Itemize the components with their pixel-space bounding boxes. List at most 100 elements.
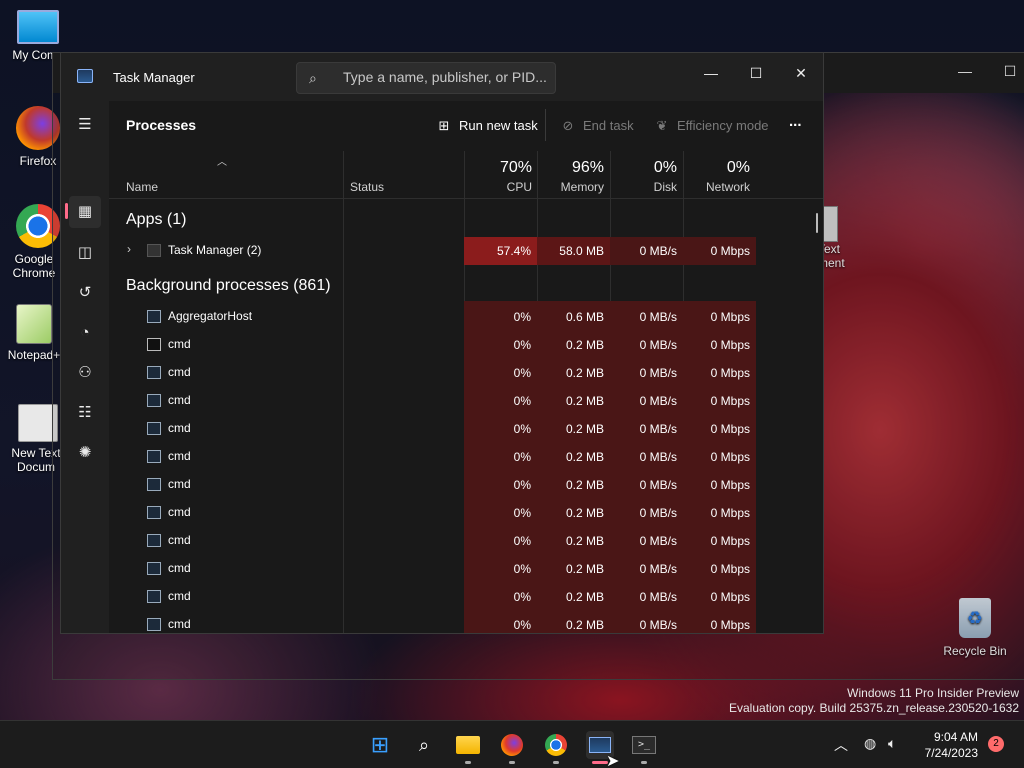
memory-cell: 0.2 MB: [565, 534, 604, 548]
process-name: Task Manager (2): [168, 243, 262, 257]
volume-icon[interactable]: 🔈︎: [888, 735, 896, 752]
cpu-cell: 0%: [513, 478, 531, 492]
navigation-sidebar: ☰ ▦ ◫ ↺ ◔ ⚇ ☷ ✺ ⚙: [61, 101, 109, 633]
disk-cell: 0 MB/s: [639, 310, 677, 324]
column-disk[interactable]: Disk: [610, 180, 677, 194]
memory-cell: 0.2 MB: [565, 478, 604, 492]
table-row[interactable]: cmd 0% 0.2 MB 0 MB/s 0 Mbps: [109, 415, 823, 443]
cpu-cell: 0%: [513, 534, 531, 548]
file-explorer-icon[interactable]: [454, 731, 482, 759]
firefox-icon[interactable]: [498, 731, 526, 759]
memory-cell: 0.2 MB: [565, 338, 604, 352]
scrollbar-thumb[interactable]: [816, 213, 818, 233]
process-list: Apps (1) › Task Manager (2) 57.4% 58.0 M…: [109, 199, 823, 633]
firefox-globe: [501, 734, 523, 756]
table-row[interactable]: cmd 0% 0.2 MB 0 MB/s 0 Mbps: [109, 443, 823, 471]
disk-percent[interactable]: 0%: [610, 159, 677, 177]
search-icon: ⌕: [309, 70, 317, 86]
disk-cell: 0 MB/s: [639, 534, 677, 548]
title-bar: Task Manager ⌕ — ☐ ✕: [61, 53, 823, 101]
minimize-button[interactable]: —: [688, 59, 734, 87]
search-box[interactable]: ⌕: [296, 62, 556, 94]
startup-apps-icon[interactable]: ◔: [69, 317, 101, 349]
details-icon[interactable]: ☷: [69, 397, 101, 429]
app-window-icon: [147, 562, 161, 575]
sort-up-icon: ︿: [217, 157, 227, 168]
system-clock[interactable]: 9:04 AM 7/24/2023: [920, 729, 978, 761]
app-window-icon: [147, 590, 161, 603]
column-name[interactable]: Name: [126, 180, 158, 194]
search-input[interactable]: [343, 69, 548, 85]
network-cell: 0 Mbps: [710, 618, 750, 632]
monitor-icon: [17, 10, 59, 44]
column-status[interactable]: Status: [350, 180, 384, 194]
table-row[interactable]: cmd 0% 0.2 MB 0 MB/s 0 Mbps: [109, 583, 823, 611]
maximize-icon[interactable]: ☐: [995, 63, 1024, 80]
process-name: cmd: [168, 533, 191, 547]
cpu-cell: 0%: [513, 590, 531, 604]
disk-cell: 0 MB/s: [610, 237, 683, 265]
disk-cell: 0 MB/s: [639, 338, 677, 352]
table-row[interactable]: cmd 0% 0.2 MB 0 MB/s 0 Mbps: [109, 499, 823, 527]
network-cell: 0 Mbps: [710, 506, 750, 520]
users-icon[interactable]: ⚇: [69, 357, 101, 389]
process-row-task-manager[interactable]: › Task Manager (2) 57.4% 58.0 MB 0 MB/s …: [109, 237, 823, 265]
table-row[interactable]: cmd 0% 0.2 MB 0 MB/s 0 Mbps: [109, 555, 823, 583]
column-memory[interactable]: Memory: [537, 180, 604, 194]
performance-icon[interactable]: ◫: [69, 237, 101, 269]
start-windows-icon[interactable]: ⊞: [366, 731, 394, 759]
maximize-button[interactable]: ☐: [733, 59, 779, 87]
app-history-icon[interactable]: ↺: [69, 277, 101, 309]
window-title: Task Manager: [113, 70, 195, 85]
table-row[interactable]: cmd 0% 0.2 MB 0 MB/s 0 Mbps: [109, 331, 823, 359]
app-window-icon: [147, 534, 161, 547]
network-cell: 0 Mbps: [710, 534, 750, 548]
cpu-cell: 0%: [513, 338, 531, 352]
column-network[interactable]: Network: [683, 180, 750, 194]
column-headers: ︿ Name Status 70% CPU 96% Memory 0% Disk…: [109, 151, 823, 199]
run-new-task-button[interactable]: ⊞ Run new task: [435, 115, 538, 137]
active-nav-indicator: [65, 203, 68, 219]
table-row[interactable]: cmd 0% 0.2 MB 0 MB/s 0 Mbps: [109, 387, 823, 415]
network-cell: 0 Mbps: [710, 562, 750, 576]
services-icon[interactable]: ✺: [69, 437, 101, 469]
table-row[interactable]: cmd 0% 0.2 MB 0 MB/s 0 Mbps: [109, 611, 823, 633]
network-percent[interactable]: 0%: [683, 159, 750, 177]
watermark-line-2: Evaluation copy. Build 25375.zn_release.…: [729, 701, 1019, 715]
process-name: AggregatorHost: [168, 309, 253, 323]
hamburger-menu-icon[interactable]: ☰: [69, 109, 101, 141]
cpu-cell: 57.4%: [464, 237, 537, 265]
disk-cell: 0 MB/s: [639, 506, 677, 520]
chevron-right-icon[interactable]: ›: [127, 242, 131, 256]
table-row[interactable]: cmd 0% 0.2 MB 0 MB/s 0 Mbps: [109, 527, 823, 555]
background-section-header: Background processes (861): [126, 277, 331, 294]
notification-badge[interactable]: 2: [988, 736, 1004, 752]
network-globe-icon[interactable]: ◍: [864, 735, 876, 752]
minimize-icon[interactable]: —: [950, 63, 980, 79]
disk-cell: 0 MB/s: [639, 450, 677, 464]
disk-cell: 0 MB/s: [639, 366, 677, 380]
table-row[interactable]: cmd 0% 0.2 MB 0 MB/s 0 Mbps: [109, 471, 823, 499]
memory-percent[interactable]: 96%: [537, 159, 604, 177]
terminal-icon[interactable]: >_: [630, 731, 658, 759]
cpu-cell: 0%: [513, 394, 531, 408]
memory-cell: 0.2 MB: [565, 506, 604, 520]
process-name: cmd: [168, 617, 191, 631]
table-row[interactable]: AggregatorHost 0% 0.6 MB 0 MB/s 0 Mbps: [109, 303, 823, 331]
process-name: cmd: [168, 449, 191, 463]
chrome-icon[interactable]: [542, 731, 570, 759]
cpu-cell: 0%: [513, 450, 531, 464]
search-icon[interactable]: ⌕: [410, 731, 438, 759]
chevron-up-icon[interactable]: ︿: [834, 735, 848, 755]
more-options-button[interactable]: ...: [789, 111, 802, 133]
toolbar-divider: [545, 109, 546, 141]
disk-cell: 0 MB/s: [639, 590, 677, 604]
column-cpu[interactable]: CPU: [464, 180, 532, 194]
table-row[interactable]: cmd 0% 0.2 MB 0 MB/s 0 Mbps: [109, 359, 823, 387]
processes-icon[interactable]: ▦: [69, 196, 101, 228]
efficiency-mode-button[interactable]: ❦ Efficiency mode: [653, 115, 769, 137]
end-task-button[interactable]: ⊘ End task: [559, 115, 634, 137]
close-button[interactable]: ✕: [778, 59, 823, 87]
processes-panel: Processes ⊞ Run new task ⊘ End task ❦ Effic…: [109, 101, 823, 633]
cpu-percent[interactable]: 70%: [464, 159, 532, 177]
